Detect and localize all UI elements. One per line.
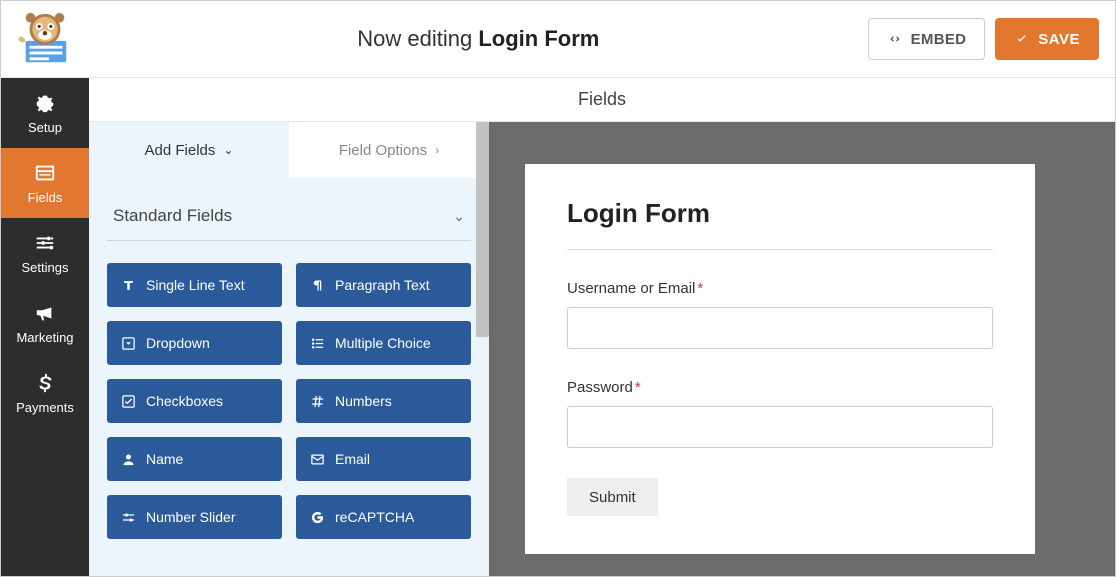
field-label: Single Line Text	[146, 277, 245, 293]
bullhorn-icon	[34, 302, 56, 324]
section-title: Fields	[578, 89, 626, 110]
code-icon	[887, 31, 903, 47]
chevron-down-icon: ⌄	[453, 208, 465, 225]
caret-square-icon	[121, 336, 136, 351]
field-label-password: Password*	[567, 379, 993, 396]
field-label: Multiple Choice	[335, 335, 431, 351]
sidenav-item-setup[interactable]: Setup	[1, 78, 89, 148]
sidenav-label: Setup	[28, 120, 62, 135]
chevron-down-icon: ⌄	[223, 143, 233, 157]
tab-label: Field Options	[339, 142, 427, 159]
top-actions: EMBED SAVE	[868, 18, 1099, 60]
tab-add-fields[interactable]: Add Fields ⌄	[89, 122, 289, 178]
panel-body: Standard Fields ⌄ Single Line Text Parag…	[89, 178, 489, 576]
field-label: Checkboxes	[146, 393, 223, 409]
field-single-line-text[interactable]: Single Line Text	[107, 263, 282, 307]
field-group-standard[interactable]: Standard Fields ⌄	[107, 196, 471, 241]
check-icon	[1014, 31, 1030, 47]
field-checkboxes[interactable]: Checkboxes	[107, 379, 282, 423]
wpforms-logo-icon	[16, 11, 74, 67]
sidenav-item-fields[interactable]: Fields	[1, 148, 89, 218]
field-label: reCAPTCHA	[335, 509, 414, 525]
username-input[interactable]	[567, 307, 993, 349]
password-input[interactable]	[567, 406, 993, 448]
check-square-icon	[121, 394, 136, 409]
scrollbar-thumb[interactable]	[476, 122, 489, 337]
field-label: Paragraph Text	[335, 277, 430, 293]
field-label-username: Username or Email*	[567, 280, 993, 297]
form-icon	[34, 162, 56, 184]
preview-area: Login Form Username or Email* Password* …	[489, 122, 1115, 576]
embed-label: EMBED	[911, 31, 967, 48]
preview-column: Login Form Username or Email* Password* …	[489, 122, 1115, 576]
divider	[567, 249, 993, 250]
save-button[interactable]: SAVE	[995, 18, 1099, 60]
section-title-bar: Fields	[89, 78, 1115, 122]
content-wrap: Fields Add Fields ⌄ Field Options ›	[89, 78, 1115, 576]
sidenav-label: Marketing	[16, 330, 73, 345]
required-marker: *	[697, 280, 703, 297]
field-number-slider[interactable]: Number Slider	[107, 495, 282, 539]
text-icon	[121, 278, 136, 293]
sliders-icon	[34, 232, 56, 254]
required-marker: *	[635, 379, 641, 396]
panel-tabs: Add Fields ⌄ Field Options ›	[89, 122, 489, 178]
sidenav-item-payments[interactable]: Payments	[1, 358, 89, 428]
embed-button[interactable]: EMBED	[868, 18, 986, 60]
submit-label: Submit	[589, 489, 636, 506]
field-name[interactable]: Name	[107, 437, 282, 481]
field-email[interactable]: Email	[296, 437, 471, 481]
field-label: Number Slider	[146, 509, 235, 525]
field-grid: Single Line Text Paragraph Text Dropdown	[107, 263, 471, 539]
label-text: Username or Email	[567, 280, 695, 297]
paragraph-icon	[310, 278, 325, 293]
tab-label: Add Fields	[145, 142, 216, 159]
field-multiple-choice[interactable]: Multiple Choice	[296, 321, 471, 365]
form-preview: Login Form Username or Email* Password* …	[525, 164, 1035, 554]
group-title: Standard Fields	[113, 206, 232, 226]
sidenav-item-marketing[interactable]: Marketing	[1, 288, 89, 358]
field-numbers[interactable]: Numbers	[296, 379, 471, 423]
form-name: Login Form	[478, 26, 599, 51]
field-dropdown[interactable]: Dropdown	[107, 321, 282, 365]
field-paragraph-text[interactable]: Paragraph Text	[296, 263, 471, 307]
field-label: Name	[146, 451, 183, 467]
top-bar: Now editing Login Form EMBED SAVE	[1, 1, 1115, 78]
editing-prefix: Now editing	[357, 26, 472, 51]
sidenav: Setup Fields Settings Marketing Payments	[1, 78, 89, 576]
google-icon	[310, 510, 325, 525]
main: Setup Fields Settings Marketing Payments…	[1, 78, 1115, 576]
fields-panel: Add Fields ⌄ Field Options › Standard Fi…	[89, 122, 489, 576]
page-title: Now editing Login Form	[89, 26, 868, 52]
columns: Add Fields ⌄ Field Options › Standard Fi…	[89, 122, 1115, 576]
tab-field-options[interactable]: Field Options ›	[289, 122, 489, 178]
chevron-right-icon: ›	[435, 143, 439, 157]
list-icon	[310, 336, 325, 351]
slider-icon	[121, 510, 136, 525]
envelope-icon	[310, 452, 325, 467]
sidenav-label: Fields	[28, 190, 63, 205]
sidenav-item-settings[interactable]: Settings	[1, 218, 89, 288]
save-label: SAVE	[1038, 31, 1080, 48]
dollar-icon	[34, 372, 56, 394]
gear-icon	[34, 92, 56, 114]
field-label: Email	[335, 451, 370, 467]
hash-icon	[310, 394, 325, 409]
field-label: Numbers	[335, 393, 392, 409]
app-logo	[1, 1, 89, 77]
field-recaptcha[interactable]: reCAPTCHA	[296, 495, 471, 539]
sidenav-label: Settings	[22, 260, 69, 275]
field-label: Dropdown	[146, 335, 210, 351]
submit-button[interactable]: Submit	[567, 478, 658, 516]
user-icon	[121, 452, 136, 467]
label-text: Password	[567, 379, 633, 396]
sidenav-label: Payments	[16, 400, 74, 415]
form-title: Login Form	[567, 198, 993, 229]
